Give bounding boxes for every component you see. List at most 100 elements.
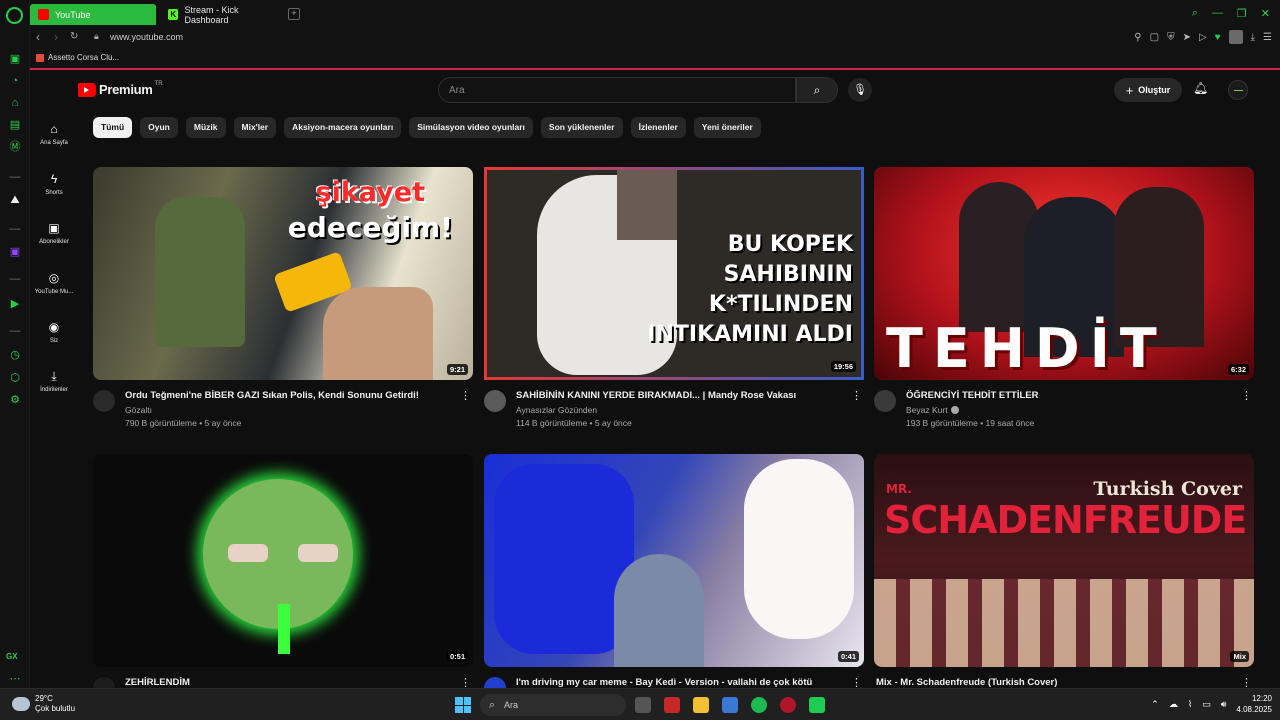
tab-youtube[interactable]: YouTube: [30, 4, 156, 25]
video-card[interactable]: 0:51 ZEHİRLENDİM ⋮: [93, 454, 473, 719]
chip-games[interactable]: Oyun: [140, 117, 178, 138]
video-thumbnail[interactable]: Turkish Cover MR. SCHADENFREUDE Mix: [874, 454, 1254, 667]
download-icon[interactable]: ⤓: [1251, 32, 1255, 43]
kick-app-icon[interactable]: [809, 697, 825, 713]
chip-music[interactable]: Müzik: [185, 117, 226, 138]
chip-mixes[interactable]: Mix'ler: [233, 117, 277, 138]
kick-sidebar-icon[interactable]: ⛰: [8, 193, 22, 207]
notifications-bell-icon[interactable]: 🔔︎: [1193, 81, 1208, 95]
chip-recently-uploaded[interactable]: Son yüklenenler: [540, 117, 623, 138]
gx-m-icon[interactable]: Ⓜ: [8, 140, 22, 154]
file-explorer-icon[interactable]: [693, 697, 709, 713]
gx-corner-icon[interactable]: ⌂: [8, 96, 22, 110]
tab-kick-dashboard[interactable]: K Stream - Kick Dashboard: [160, 4, 288, 25]
rail-item-shorts[interactable]: ϟ Shorts: [30, 172, 78, 196]
video-card[interactable]: şikayet edeceğim! 9:21 Ordu Teğmeni'ne B…: [93, 167, 473, 432]
heart-icon[interactable]: ♥: [1215, 32, 1221, 43]
gx-player-icon[interactable]: ▤: [8, 118, 22, 132]
video-thumbnail[interactable]: BU KOPEK SAHIBININ K*TILINDEN INTIKAMINI…: [484, 167, 864, 380]
rail-item-home[interactable]: ⌂ Ana Sayfa: [30, 122, 78, 146]
video-card[interactable]: 0:41 I'm driving my car meme - Bay Kedi …: [484, 454, 864, 719]
search-button[interactable]: ⌕: [796, 77, 838, 103]
channel-name[interactable]: Beyaz Kurt: [906, 405, 959, 415]
gx-control-icon[interactable]: ▣: [8, 52, 22, 66]
channel-avatar[interactable]: [484, 390, 506, 412]
spotify-icon[interactable]: [751, 697, 767, 713]
reload-icon[interactable]: ↻: [70, 31, 78, 42]
channel-name[interactable]: Gözaltı: [125, 405, 152, 415]
extensions-icon[interactable]: ⬡: [8, 371, 22, 385]
profile-avatar[interactable]: [1228, 30, 1243, 44]
video-thumbnail[interactable]: TEHDİT 6:32: [874, 167, 1254, 380]
channel-name[interactable]: Aynasızlar Gözünden: [516, 405, 597, 415]
rail-item-youtube-music[interactable]: ◎ YouTube Mu...: [30, 271, 78, 295]
display-icon[interactable]: ▭: [1202, 699, 1211, 710]
video-thumbnail[interactable]: 0:51: [93, 454, 473, 667]
search-input[interactable]: [439, 78, 795, 102]
rail-item-you[interactable]: ◉ Siz: [30, 320, 78, 344]
close-icon[interactable]: ✕: [1261, 7, 1270, 20]
history-icon[interactable]: ◷: [8, 348, 22, 362]
minimize-icon[interactable]: —: [1212, 7, 1223, 20]
opera-gx-taskbar-icon[interactable]: [780, 697, 796, 713]
cloud-sync-icon[interactable]: ☁: [1169, 699, 1178, 710]
menu-icon[interactable]: ☰: [1263, 32, 1272, 43]
account-avatar[interactable]: [1228, 80, 1248, 100]
chip-simulation[interactable]: Simülasyon video oyunları: [409, 117, 533, 138]
bookmark-item[interactable]: Assetto Corsa Clu...: [36, 53, 119, 62]
video-title[interactable]: ÖĞRENCİYİ TEHDİT ETTİLER: [906, 390, 1236, 401]
task-view-icon[interactable]: [635, 697, 651, 713]
video-card[interactable]: BU KOPEK SAHIBININ K*TILINDEN INTIKAMINI…: [484, 167, 864, 432]
bookmark-favicon-icon: [36, 53, 44, 62]
url-field[interactable]: www.youtube.com: [110, 32, 183, 42]
tray-overflow-icon[interactable]: ⌃: [1151, 699, 1159, 710]
music-player-icon[interactable]: ▶: [8, 297, 22, 311]
search-tabs-icon[interactable]: ⌕: [1192, 7, 1198, 20]
video-title[interactable]: Mix - Mr. Schadenfreude (Turkish Cover): [876, 677, 1206, 688]
video-card[interactable]: Turkish Cover MR. SCHADENFREUDE Mix Mix …: [874, 454, 1254, 719]
opera-logo-icon[interactable]: [6, 7, 23, 24]
chip-action-adventure[interactable]: Aksiyon-macera oyunları: [284, 117, 402, 138]
video-title[interactable]: Ordu Teğmeni'ne BİBER GAZI Sıkan Polis, …: [125, 390, 455, 401]
video-title[interactable]: SAHİBİNİN KANINI YERDE BIRAKMADI... | Ma…: [516, 390, 846, 401]
video-thumbnail[interactable]: 0:41: [484, 454, 864, 667]
more-options-icon[interactable]: ⋮: [851, 389, 862, 402]
rail-item-subscriptions[interactable]: ▣ Abonelikler: [30, 221, 78, 245]
windows-start-icon[interactable]: [455, 697, 471, 713]
clock[interactable]: 12:20 4.08.2025: [1236, 693, 1272, 715]
video-thumbnail[interactable]: şikayet edeceğim! 9:21: [93, 167, 473, 380]
volume-icon[interactable]: 🔊︎: [1221, 699, 1227, 710]
pin-icon[interactable]: ⚲: [1134, 32, 1141, 43]
settings-icon[interactable]: ⚙: [8, 393, 22, 407]
restore-icon[interactable]: ❐: [1237, 7, 1247, 20]
taskbar-search[interactable]: Ara: [480, 694, 626, 716]
more-icon[interactable]: ⋯: [8, 672, 22, 686]
snapshot-icon[interactable]: ▢: [1150, 32, 1159, 43]
youtube-logo[interactable]: Premium TR: [76, 81, 163, 97]
chip-new-to-you[interactable]: Yeni öneriler: [693, 117, 761, 138]
play-icon[interactable]: ▷: [1199, 32, 1207, 43]
new-tab-plus-icon[interactable]: +: [288, 8, 300, 20]
back-arrow-icon[interactable]: ‹: [36, 30, 40, 44]
store-icon[interactable]: [722, 697, 738, 713]
twitch-icon[interactable]: ▣: [8, 245, 22, 259]
gx-cleaner-icon[interactable]: ◔: [8, 74, 22, 88]
chip-watched[interactable]: İzlenenler: [630, 117, 686, 138]
chip-all[interactable]: Tümü: [93, 117, 133, 138]
rail-item-downloads[interactable]: ⤓ İndirilenler: [30, 369, 78, 393]
send-icon[interactable]: ➤: [1183, 32, 1191, 43]
video-title[interactable]: I'm driving my car meme - Bay Kedi - Ver…: [516, 677, 846, 688]
network-icon[interactable]: ⌇: [1188, 699, 1192, 710]
video-card[interactable]: TEHDİT 6:32 ÖĞRENCİYİ TEHDİT ETTİLER Bey…: [874, 167, 1254, 432]
shield-icon[interactable]: ⛨: [1167, 32, 1175, 43]
create-button[interactable]: + Oluştur: [1114, 78, 1182, 102]
more-options-icon[interactable]: ⋮: [460, 389, 471, 402]
more-options-icon[interactable]: ⋮: [1241, 389, 1252, 402]
news-app-icon[interactable]: [664, 697, 680, 713]
channel-avatar[interactable]: [874, 390, 896, 412]
forward-arrow-icon[interactable]: ›: [54, 30, 58, 44]
video-title[interactable]: ZEHİRLENDİM: [125, 677, 455, 688]
voice-search-button[interactable]: 🎙︎: [848, 78, 872, 102]
weather-widget[interactable]: 29°C Çok bulutlu: [12, 694, 75, 714]
channel-avatar[interactable]: [93, 390, 115, 412]
